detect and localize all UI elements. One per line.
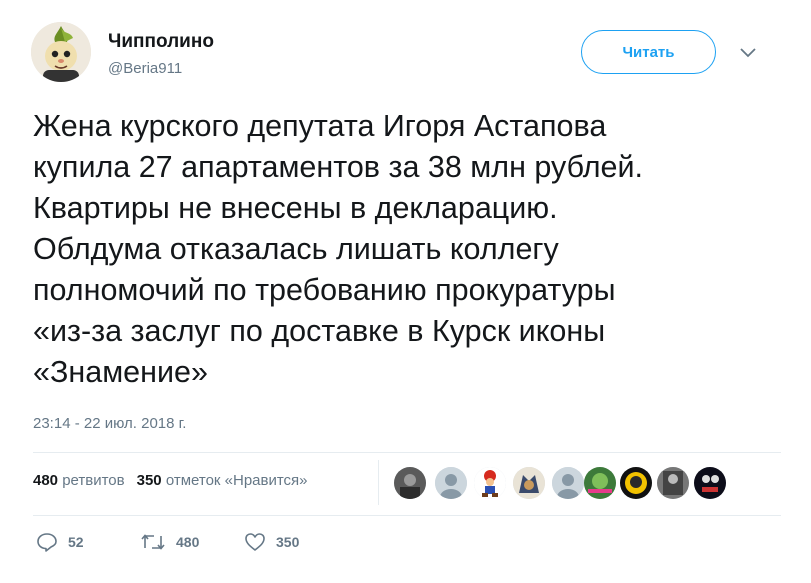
divider-bottom	[33, 515, 781, 516]
liker-avatar[interactable]	[394, 467, 426, 499]
reply-button[interactable]: 52	[36, 532, 84, 552]
tweet-text-line: Жена курского депутата Игоря Астапова	[33, 109, 607, 143]
tweet-text-line: Квартиры не внесены в декларацию.	[33, 191, 558, 225]
author-handle[interactable]: @Beria911	[108, 60, 182, 77]
retweets-stat[interactable]: 480 ретвитов	[33, 472, 125, 489]
likes-label: отметок «Нравится»	[165, 472, 308, 489]
retweet-icon	[141, 534, 165, 550]
liker-avatar-default[interactable]	[435, 467, 467, 499]
liker-avatar[interactable]	[474, 467, 506, 499]
like-count: 350	[276, 534, 300, 550]
tweet-text-line: полномочий по требованию прокуратуры	[33, 273, 616, 307]
tweet-text-line: «Знамение»	[33, 355, 208, 389]
retweets-label: ретвитов	[62, 472, 125, 489]
author-display-name[interactable]: Чипполино	[108, 31, 214, 53]
heart-icon	[245, 533, 265, 551]
liker-avatar[interactable]	[694, 467, 726, 499]
reply-icon	[37, 533, 57, 552]
tweet-text-line: Облдума отказалась лишать коллегу	[33, 232, 559, 266]
stats-separator	[378, 460, 379, 505]
liker-avatar-default[interactable]	[552, 467, 584, 499]
tweet-stats: 480 ретвитов 350 отметок «Нравится»	[33, 472, 308, 489]
divider-top	[33, 452, 781, 453]
likes-stat[interactable]: 350 отметок «Нравится»	[137, 472, 308, 489]
liker-avatar[interactable]	[657, 467, 689, 499]
retweets-count: 480	[33, 472, 59, 489]
likes-count: 350	[136, 472, 162, 489]
retweet-button[interactable]: 480	[140, 532, 199, 552]
chevron-down-icon[interactable]	[737, 42, 759, 64]
reply-count: 52	[68, 534, 84, 550]
author-avatar[interactable]	[31, 22, 91, 82]
follow-button[interactable]: Читать	[581, 30, 716, 74]
liker-avatar[interactable]	[584, 467, 616, 499]
liker-avatar[interactable]	[620, 467, 652, 499]
like-button[interactable]: 350	[244, 532, 299, 552]
tweet-text-line: «из-за заслуг по доставке в Курск иконы	[33, 314, 606, 348]
tweet-text: Жена курского депутата Игоря Астапова ку…	[33, 106, 793, 393]
tweet-timestamp[interactable]: 23:14 - 22 июл. 2018 г.	[33, 415, 186, 432]
tweet-text-line: купила 27 апартаментов за 38 млн рублей.	[33, 150, 643, 184]
liker-avatar[interactable]	[513, 467, 545, 499]
retweet-count: 480	[176, 534, 200, 550]
